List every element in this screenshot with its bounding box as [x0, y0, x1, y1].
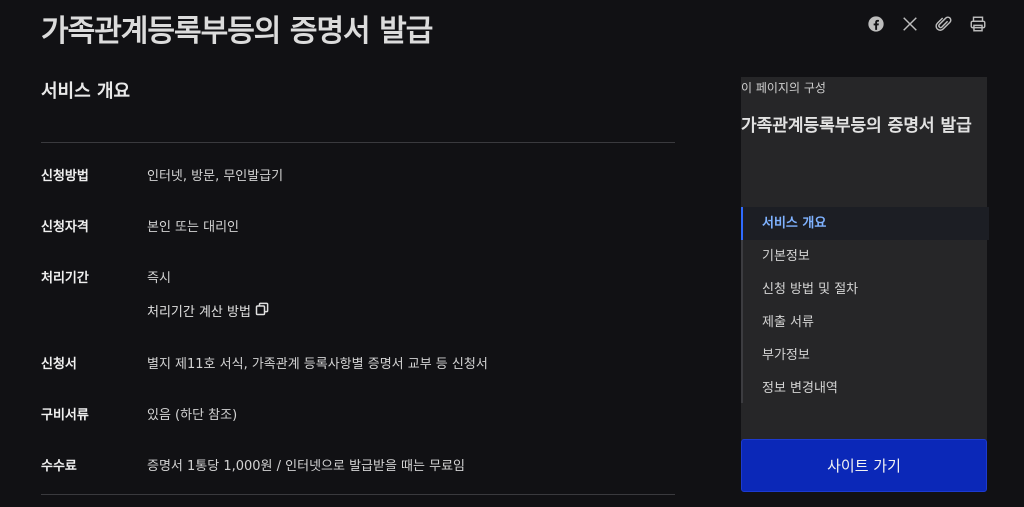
row-label: 신청방법: [41, 169, 89, 184]
row-label: 신청자격: [41, 220, 89, 235]
row-label: 신청서: [41, 357, 77, 372]
row-value: 본인 또는 대리인: [147, 220, 239, 235]
x-icon[interactable]: [900, 14, 920, 34]
row-value: 별지 제11호 서식, 가족관계 등록사항별 증명서 교부 등 신청서: [147, 357, 488, 372]
section-title: 서비스 개요: [41, 81, 131, 102]
print-icon[interactable]: [968, 14, 988, 34]
row-value: 있음 (하단 참조): [147, 408, 238, 423]
toc-list: 서비스 개요 기본정보 신청 방법 및 절차 제출 서류 부가정보 정보 변경내…: [741, 207, 989, 403]
page-toc: 이 페이지의 구성 가족관계등록부등의 증명서 발급 서비스 개요 기본정보 신…: [741, 77, 989, 440]
row-value: 증명서 1통당 1,000원 / 인터넷으로 발급받을 때는 무료임: [147, 459, 465, 474]
toc-heading: 가족관계등록부등의 증명서 발급: [741, 116, 972, 136]
toc-item-additional-info[interactable]: 부가정보: [743, 339, 989, 372]
toc-item-change-history[interactable]: 정보 변경내역: [743, 372, 989, 405]
toc-item-basic-info[interactable]: 기본정보: [743, 240, 989, 273]
row-label: 구비서류: [41, 408, 89, 423]
row-value: 즉시: [147, 271, 171, 286]
toc-item-procedure[interactable]: 신청 방법 및 절차: [743, 273, 989, 306]
processing-period-calc-link[interactable]: 처리기간 계산 방법: [147, 301, 269, 320]
go-to-site-button[interactable]: 사이트 가기: [741, 439, 987, 492]
facebook-icon[interactable]: [866, 14, 886, 34]
toc-item-service-overview[interactable]: 서비스 개요: [741, 207, 989, 240]
attach-link-icon[interactable]: [934, 14, 954, 34]
row-label: 수수료: [41, 459, 77, 474]
copy-icon: [255, 302, 269, 320]
section-divider-top: [41, 142, 675, 143]
row-value: 인터넷, 방문, 무인발급기: [147, 169, 284, 184]
row-label: 처리기간: [41, 271, 89, 286]
section-divider-bottom: [41, 494, 675, 495]
share-toolbar: [866, 14, 988, 34]
link-label: 처리기간 계산 방법: [147, 305, 251, 320]
page-title: 가족관계등록부등의 증명서 발급: [41, 14, 433, 49]
toc-caption: 이 페이지의 구성: [741, 81, 826, 95]
toc-item-documents[interactable]: 제출 서류: [743, 306, 989, 339]
